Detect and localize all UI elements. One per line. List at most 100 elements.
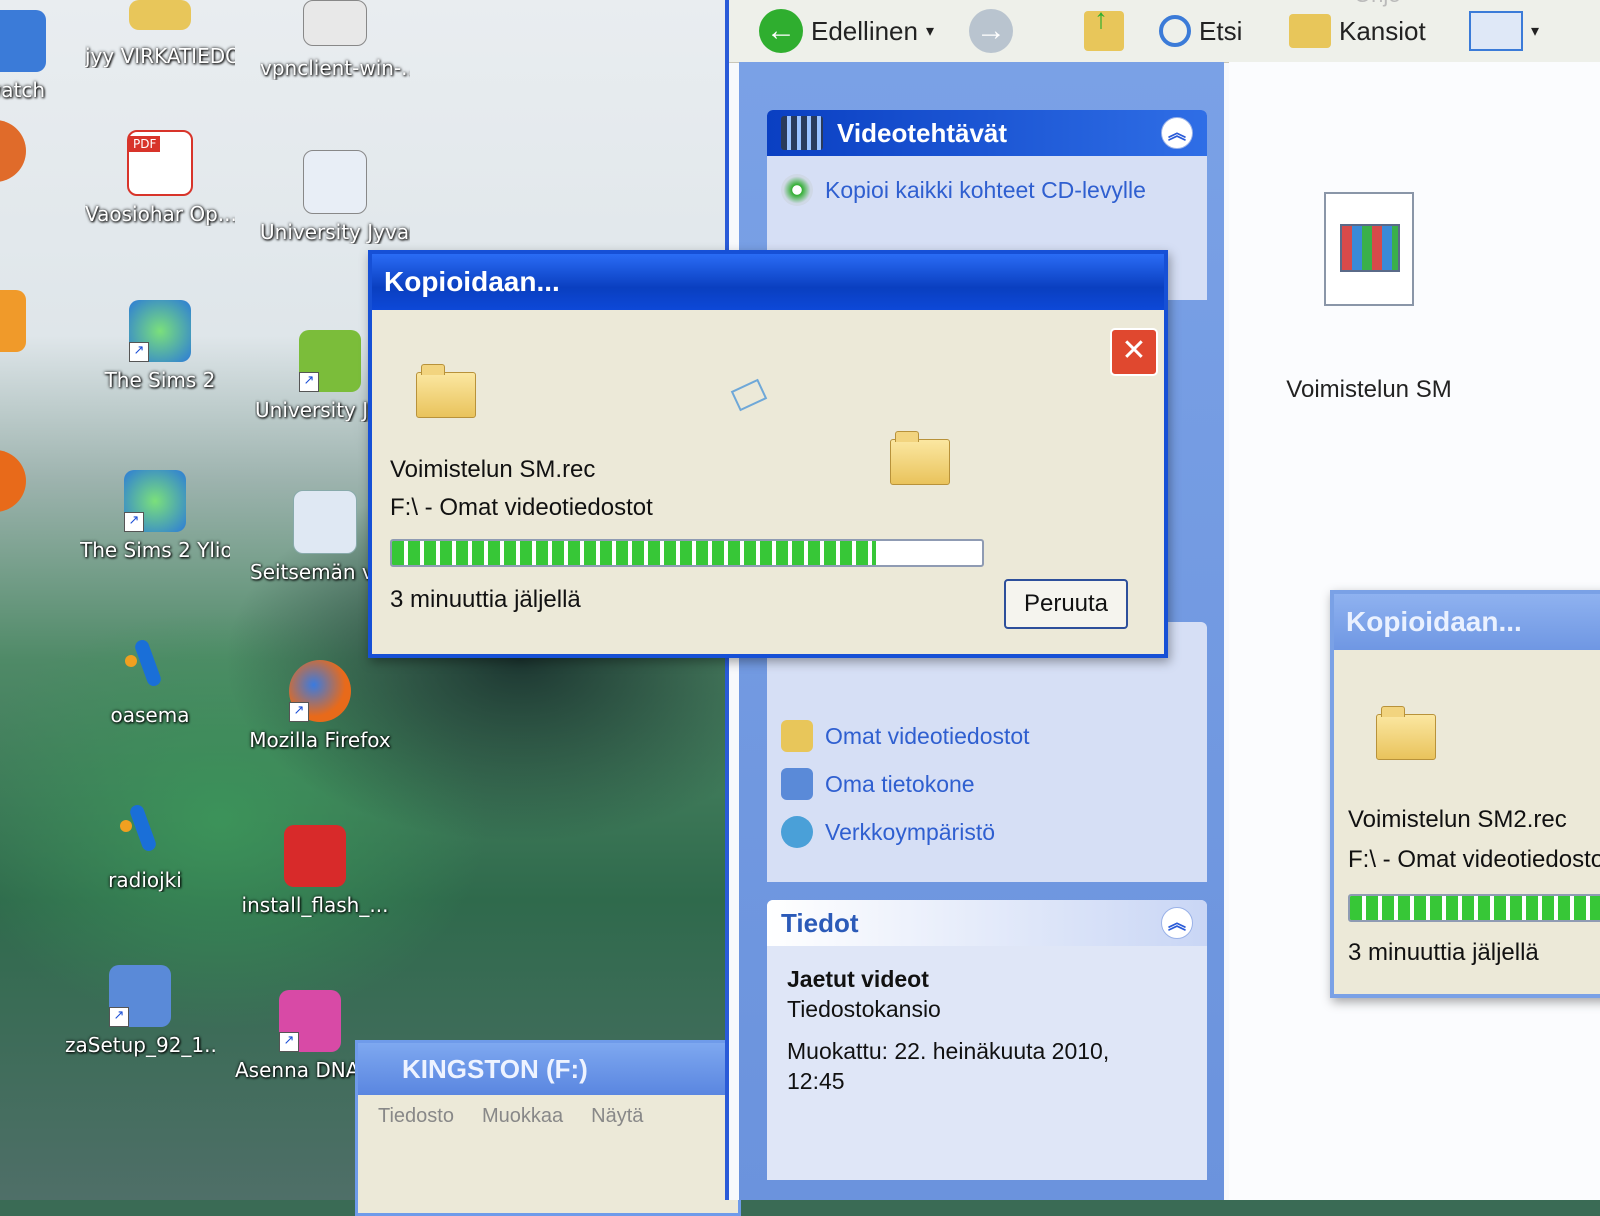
file-name: Voimistelun SM — [1286, 376, 1452, 403]
file-item[interactable]: Voimistelun SM — [1269, 192, 1469, 404]
forward-button[interactable]: → — [969, 8, 1013, 54]
menu-edit[interactable]: Muokkaa — [482, 1105, 563, 1128]
firefox-icon — [0, 450, 26, 512]
source-folder-icon — [416, 364, 476, 418]
details-header[interactable]: Tiedot ︽ — [767, 900, 1207, 946]
desktop-icon[interactable] — [0, 450, 70, 518]
details-group: Tiedot ︽ Jaetut videot Tiedostokansio Mu… — [767, 900, 1207, 1180]
desktop-icon[interactable]: watch — [0, 10, 90, 102]
desktop-icon[interactable] — [0, 120, 70, 188]
firefox-icon: ↗ — [289, 660, 351, 722]
app-icon — [0, 290, 26, 352]
up-folder-icon: ↑ — [1084, 3, 1124, 51]
web-page-icon — [303, 150, 367, 214]
close-button[interactable]: ✕ — [1110, 328, 1158, 376]
copy-filename: Voimistelun SM2.rec — [1348, 806, 1567, 833]
copy-path: F:\ - Omat videotiedostot — [1348, 846, 1600, 873]
collapse-chevron-icon[interactable]: ︽ — [1161, 117, 1193, 149]
copy-progress-bar — [1348, 894, 1600, 922]
shortcut-arrow-icon: ↗ — [109, 1007, 129, 1027]
views-button[interactable]: ▾ — [1469, 8, 1539, 54]
folders-icon — [1289, 14, 1331, 48]
menu-view[interactable]: Näytä — [591, 1105, 643, 1128]
cd-burn-icon — [781, 174, 813, 206]
sims-icon: ↗ — [129, 300, 191, 362]
destination-folder-icon — [890, 431, 950, 485]
dropdown-arrow-icon[interactable]: ▾ — [926, 21, 934, 41]
dropdown-arrow-icon[interactable]: ▾ — [1531, 21, 1539, 41]
copy-progress-dialog[interactable]: Kopioidaan... ✕ Voimistelun SM.rec F:\ -… — [368, 250, 1168, 658]
menu-file[interactable]: Tiedosto — [378, 1105, 454, 1128]
my-computer-link[interactable]: Oma tietokone — [767, 760, 1207, 808]
desktop-icon-install-flash[interactable]: install_flash_... — [240, 825, 390, 917]
desktop-icon-folder[interactable]: jyy VIRKATIEDO... — [85, 0, 235, 68]
progress-fill — [1350, 896, 1600, 920]
video-file-icon — [1324, 192, 1414, 306]
desktop-icon-vpnclient[interactable]: vpnclient-win-... — [260, 0, 410, 80]
views-icon — [1469, 11, 1523, 51]
details-type: Tiedostokansio — [787, 996, 941, 1022]
progress-fill — [392, 541, 876, 565]
details-modified: Muokattu: 22. heinäkuuta 2010, 12:45 — [787, 1038, 1110, 1094]
folders-button[interactable]: Kansiot — [1289, 8, 1426, 54]
menu-bar: Tiedosto Muokkaa Näytä — [358, 1095, 738, 1138]
shortcut-arrow-icon: ↗ — [279, 1032, 299, 1052]
copy-progress-dialog-2[interactable]: Kopioidaan... Voimistelun SM2.rec F:\ - … — [1330, 590, 1600, 998]
sims-icon: ↗ — [124, 470, 186, 532]
desktop-icon[interactable] — [0, 290, 70, 358]
network-places-link[interactable]: Verkkoympäristö — [767, 808, 1207, 856]
installer-icon — [303, 0, 367, 46]
desktop-icon-radiojki[interactable]: radiojki — [70, 800, 220, 892]
computer-icon — [781, 768, 813, 800]
desktop-icon-pdf[interactable]: PDF Vaosiohar Op... — [85, 130, 235, 226]
collapse-chevron-icon[interactable]: ︽ — [1161, 907, 1193, 939]
search-button[interactable]: Etsi — [1159, 8, 1242, 54]
desktop-icon-firefox[interactable]: ↗ Mozilla Firefox — [245, 660, 395, 752]
copy-path: F:\ - Omat videotiedostot — [390, 494, 653, 521]
desktop-icon-university[interactable]: University Jyvaskyla — [260, 150, 410, 244]
cancel-button[interactable]: Peruuta — [1004, 579, 1128, 629]
pdf-icon: PDF — [127, 130, 193, 196]
network-icon — [781, 816, 813, 848]
video-tasks-header[interactable]: Videotehtävät ︽ — [767, 110, 1207, 156]
installer-icon: ↗ — [279, 990, 341, 1052]
dialog-title: Kopioidaan... — [372, 254, 1164, 310]
copy-filename: Voimistelun SM.rec — [390, 456, 596, 483]
lock-icon: ↗ — [299, 330, 361, 392]
shortcut-arrow-icon: ↗ — [289, 702, 309, 722]
menu-help[interactable]: Ohje — [1354, 0, 1400, 8]
time-remaining: 3 minuuttia jäljellä — [390, 586, 581, 613]
satellite-icon — [119, 635, 181, 697]
flash-icon — [284, 825, 346, 887]
other-places-group: Omat videotiedostot Oma tietokone Verkko… — [767, 622, 1207, 882]
flying-paper-icon — [730, 378, 768, 412]
kingston-window[interactable]: KINGSTON (F:) Tiedosto Muokkaa Näytä — [355, 1040, 741, 1216]
up-folder-button[interactable]: ↑ — [1084, 3, 1124, 54]
satellite-icon — [114, 800, 176, 862]
source-folder-icon — [1376, 706, 1436, 760]
copy-to-cd-link[interactable]: Kopioi kaikki kohteet CD-levylle — [767, 166, 1207, 214]
toolbar: ← Edellinen ▾ → ↑ Etsi Kansiot ▾ Ohje — [729, 0, 1600, 63]
forward-arrow-icon: → — [969, 9, 1013, 53]
desktop-icon-oasema[interactable]: oasema — [75, 635, 225, 727]
back-arrow-icon: ← — [759, 9, 803, 53]
my-videos-link[interactable]: Omat videotiedostot — [767, 712, 1207, 760]
window-title: KINGSTON (F:) — [358, 1043, 738, 1095]
app-icon — [0, 120, 26, 182]
app-icon — [0, 10, 46, 72]
details-name: Jaetut videot — [787, 966, 929, 992]
search-icon — [1159, 15, 1191, 47]
desktop-icon-sims-university[interactable]: ↗ The Sims 2 Yliopisto — [80, 470, 230, 562]
back-button[interactable]: ← Edellinen ▾ — [759, 8, 934, 54]
shortcut-arrow-icon: ↗ — [129, 342, 149, 362]
folder-icon — [129, 0, 191, 30]
desktop-icon-sims[interactable]: ↗ The Sims 2 — [85, 300, 235, 392]
dialog-title: Kopioidaan... — [1334, 594, 1600, 650]
copy-progress-bar — [390, 539, 984, 567]
installer-icon: ↗ — [109, 965, 171, 1027]
desktop-icon-zasetup[interactable]: ↗ zaSetup_92_1... — [65, 965, 215, 1057]
shortcut-arrow-icon: ↗ — [299, 372, 319, 392]
document-icon — [293, 490, 357, 554]
film-icon — [781, 116, 823, 150]
video-folder-icon — [781, 720, 813, 752]
